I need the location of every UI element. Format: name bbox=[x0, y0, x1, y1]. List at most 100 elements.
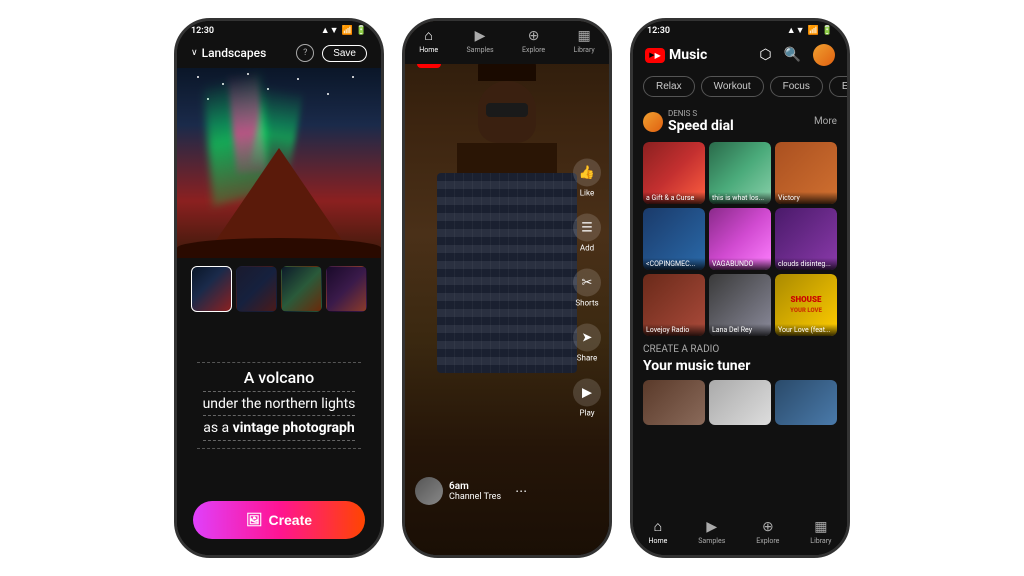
explore-icon-3: ⊕ bbox=[762, 519, 774, 535]
wifi-icon: 📶 bbox=[342, 26, 353, 36]
nav-home[interactable]: ⌂ Home bbox=[419, 27, 438, 54]
phone1-header: ∨ Landscapes ? Save bbox=[177, 38, 381, 68]
channel-details: 6am Channel Tres bbox=[449, 481, 501, 502]
phone-2: Music 👍 Like ☰ Add ✂ Shorts ➤ Share ▶ Pl bbox=[402, 18, 612, 558]
samples-label-3: Samples bbox=[698, 537, 725, 545]
album-5[interactable]: VAGABUNDO bbox=[709, 208, 771, 270]
tuner-heading: Your music tuner bbox=[643, 358, 837, 374]
prompt-line-2: under the northern lights bbox=[203, 395, 356, 417]
thumbnail-2[interactable] bbox=[236, 266, 277, 312]
album-label-7: Lovejoy Radio bbox=[643, 324, 705, 336]
thumbnail-4[interactable] bbox=[326, 266, 367, 312]
explore-label-3: Explore bbox=[756, 537, 779, 545]
album-label-3: Victory bbox=[775, 192, 837, 204]
search-icon[interactable]: 🔍 bbox=[784, 47, 801, 63]
album-label-2: this is what los... bbox=[709, 192, 771, 204]
create-btn-wrap: 🖼 Create bbox=[177, 491, 381, 555]
nav-explore[interactable]: ⊕ Explore bbox=[522, 28, 545, 54]
prompt-text: A volcano under the northern lights as a… bbox=[203, 367, 356, 444]
time-3: 12:30 bbox=[647, 26, 670, 36]
speed-dial-header: DENIS S Speed dial More bbox=[633, 105, 847, 138]
library-icon-3: ▦ bbox=[814, 519, 827, 535]
create-radio-label: CREATE A RADIO bbox=[643, 344, 837, 355]
shorts-action[interactable]: ✂ Shorts bbox=[573, 269, 601, 308]
shorts-icon: ✂ bbox=[573, 269, 601, 297]
channel-info: 6am Channel Tres ⋯ bbox=[415, 477, 559, 505]
help-button[interactable]: ? bbox=[296, 44, 314, 62]
music-logo: ▶ Music bbox=[645, 47, 707, 63]
thumbnail-1[interactable] bbox=[191, 266, 232, 312]
more-button[interactable]: More bbox=[814, 116, 837, 127]
tab-workout[interactable]: Workout bbox=[701, 76, 764, 97]
nav-samples[interactable]: ▶ Samples bbox=[467, 28, 494, 54]
nav3-explore[interactable]: ⊕ Explore bbox=[756, 519, 779, 545]
album-1[interactable]: a Gift & a Curse bbox=[643, 142, 705, 204]
nav3-home[interactable]: ⌂ Home bbox=[648, 518, 667, 545]
phone-3: 12:30 ▲▼ 📶 🔋 ▶ Music ⬡ 🔍 Relax Workout F… bbox=[630, 18, 850, 558]
signal-icon-3: ▲▼ bbox=[787, 25, 805, 36]
album-2[interactable]: this is what los... bbox=[709, 142, 771, 204]
album-3[interactable]: Victory bbox=[775, 142, 837, 204]
explore-icon: ⊕ bbox=[528, 28, 540, 44]
add-action[interactable]: ☰ Add bbox=[573, 214, 601, 253]
like-label: Like bbox=[580, 189, 594, 198]
battery-icon-3: 🔋 bbox=[822, 26, 833, 36]
album-6[interactable]: clouds disinteg... bbox=[775, 208, 837, 270]
your-music-tuner: CREATE A RADIO Your music tuner bbox=[633, 340, 847, 429]
header-right: ? Save bbox=[296, 44, 367, 62]
album-4[interactable]: <COPINGMEC... bbox=[643, 208, 705, 270]
nav3-library[interactable]: ▦ Library bbox=[810, 519, 831, 545]
prompt-prefix: as a bbox=[203, 420, 232, 436]
channel-name-label: Channel Tres bbox=[449, 492, 501, 502]
user-avatar[interactable] bbox=[813, 44, 835, 66]
tuner-thumb-1[interactable] bbox=[643, 380, 705, 425]
tuner-preview bbox=[643, 380, 837, 425]
nav-library[interactable]: ▦ Library bbox=[574, 28, 595, 54]
album-8[interactable]: Lana Del Rey bbox=[709, 274, 771, 336]
album-7[interactable]: Lovejoy Radio bbox=[643, 274, 705, 336]
battery-icon: 🔋 bbox=[356, 26, 367, 36]
tab-energize[interactable]: Energize bbox=[829, 76, 847, 97]
album-9[interactable]: SHOUSEYOUR LOVE Your Love (feat... bbox=[775, 274, 837, 336]
create-icon: 🖼 bbox=[246, 512, 263, 528]
home-label: Home bbox=[419, 46, 438, 54]
music-app-label: Music bbox=[669, 47, 707, 63]
samples-icon-3: ▶ bbox=[706, 519, 717, 535]
nav3-samples[interactable]: ▶ Samples bbox=[698, 519, 725, 545]
tuner-thumb-2[interactable] bbox=[709, 380, 771, 425]
album-label-6: clouds disinteg... bbox=[775, 258, 837, 270]
cast-icon[interactable]: ⬡ bbox=[759, 47, 771, 63]
status-icons-1: ▲▼ 📶 🔋 bbox=[321, 25, 367, 36]
thumbnail-3[interactable] bbox=[281, 266, 322, 312]
user-avatar-sm bbox=[643, 112, 663, 132]
section-title-group: DENIS S Speed dial bbox=[643, 109, 734, 134]
tab-relax[interactable]: Relax bbox=[643, 76, 695, 97]
shorts-label: Shorts bbox=[575, 299, 598, 308]
prompt-line-1: A volcano bbox=[203, 367, 356, 391]
share-action[interactable]: ➤ Share bbox=[573, 324, 601, 363]
save-button[interactable]: Save bbox=[322, 45, 367, 62]
tuner-thumb-3[interactable] bbox=[775, 380, 837, 425]
filter-tabs: Relax Workout Focus Energize bbox=[633, 72, 847, 105]
music-header-icons: ⬡ 🔍 bbox=[759, 44, 835, 66]
person-figure bbox=[432, 51, 582, 431]
play-action[interactable]: ▶ Play bbox=[573, 379, 601, 418]
section-user-name: DENIS S Speed dial bbox=[668, 109, 734, 134]
status-icons-3: ▲▼ 📶 🔋 bbox=[787, 25, 833, 36]
phone3-content: ▶ Music ⬡ 🔍 Relax Workout Focus Energize… bbox=[633, 38, 847, 555]
like-icon: 👍 bbox=[573, 159, 601, 187]
bottom-nav-3: ⌂ Home ▶ Samples ⊕ Explore ▦ Library bbox=[633, 512, 847, 555]
status-bar-1: 12:30 ▲▼ 📶 🔋 bbox=[177, 21, 381, 38]
album-label-4: <COPINGMEC... bbox=[643, 258, 705, 270]
yt-icon-red: ▶ bbox=[645, 48, 665, 63]
main-image bbox=[177, 68, 381, 258]
create-label: Create bbox=[268, 512, 312, 528]
breadcrumb: Landscapes bbox=[202, 46, 267, 60]
channel-row: 6am Channel Tres ⋯ bbox=[415, 477, 559, 505]
section-title-text: Speed dial bbox=[668, 118, 734, 134]
share-label: Share bbox=[577, 354, 597, 363]
tab-focus[interactable]: Focus bbox=[770, 76, 823, 97]
like-action[interactable]: 👍 Like bbox=[573, 159, 601, 198]
library-label: Library bbox=[574, 46, 595, 54]
create-button[interactable]: 🖼 Create bbox=[193, 501, 365, 539]
